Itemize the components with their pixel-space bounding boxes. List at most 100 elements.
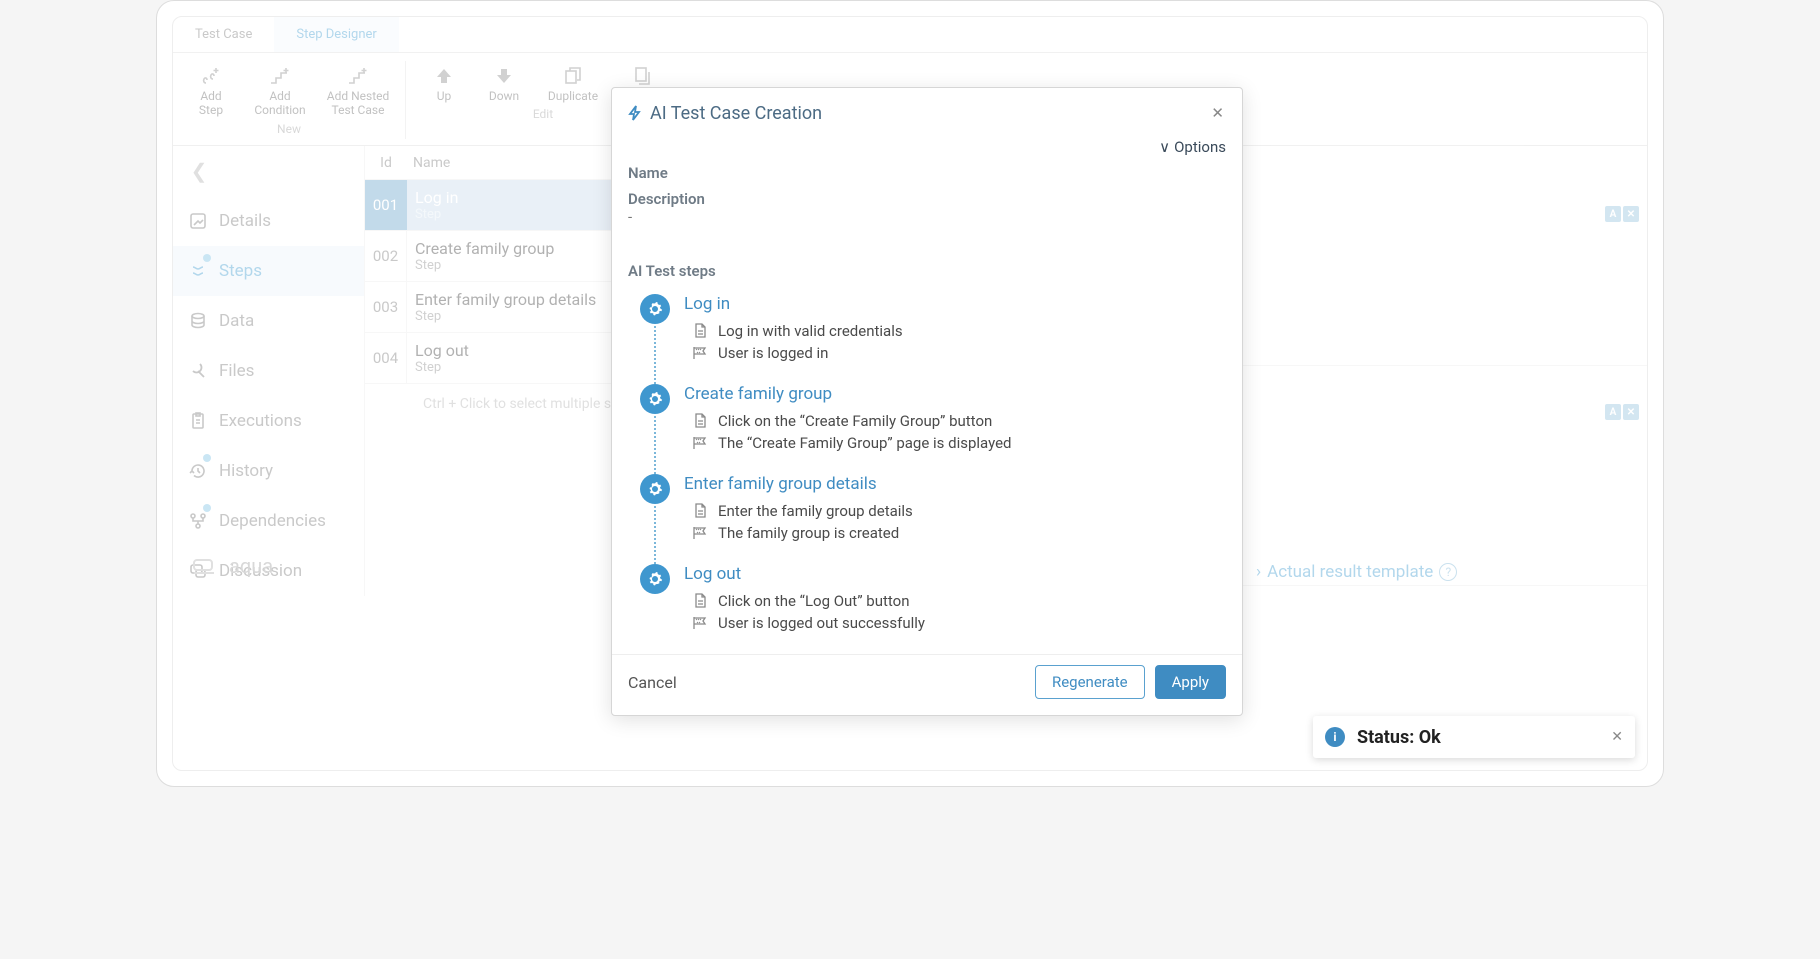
sidebar-item-data[interactable]: Data [173, 296, 364, 346]
duplicate-icon [559, 63, 587, 89]
executions-icon [187, 410, 209, 432]
badge-pair: A ✕ [1605, 206, 1639, 222]
sidebar: ❮ Details Steps Data Files Executions History… [173, 146, 365, 596]
cancel-button[interactable]: Cancel [628, 673, 677, 692]
modal-footer: Cancel Regenerate Apply [612, 654, 1242, 703]
badge-a: A [1605, 404, 1621, 420]
add-step-button[interactable]: Add Step [181, 57, 241, 120]
toolbar-label: Add Step [199, 89, 223, 118]
ai-test-case-creation-modal: AI Test Case Creation ✕ ∨ Options Name D… [611, 87, 1243, 716]
ai-step: Create family group Click on the “Create … [640, 384, 1226, 474]
stairs-plus-icon [266, 63, 294, 89]
sidebar-item-steps[interactable]: Steps [173, 246, 364, 296]
files-icon [187, 360, 209, 382]
ai-step-title: Log in [684, 294, 1226, 314]
footsteps-icon [197, 63, 225, 89]
badge-x: ✕ [1623, 206, 1639, 222]
modal-description-label: Description [628, 190, 1226, 208]
apply-button[interactable]: Apply [1155, 665, 1226, 699]
status-toast: i Status: Ok ✕ [1313, 716, 1635, 758]
sidebar-item-label: Executions [219, 411, 302, 431]
ai-step-title: Log out [684, 564, 1226, 584]
ai-step-title: Enter family group details [684, 474, 1226, 494]
history-icon [187, 460, 209, 482]
modal-options-toggle[interactable]: ∨ Options [612, 134, 1242, 160]
document-icon [692, 413, 708, 429]
brand-label: aqua [229, 554, 273, 578]
sidebar-item-executions[interactable]: Executions [173, 396, 364, 446]
move-up-button[interactable]: Up [414, 57, 474, 105]
sidebar-item-files[interactable]: Files [173, 346, 364, 396]
stairs-plus-icon [344, 63, 372, 89]
flag-icon [692, 615, 708, 631]
add-condition-button[interactable]: Add Condition [241, 57, 319, 120]
tab-step-designer[interactable]: Step Designer [274, 17, 398, 52]
badge-x: ✕ [1623, 404, 1639, 420]
right-details-pane: A ✕ A ✕ › Actual result template ? [1217, 146, 1647, 596]
regenerate-button[interactable]: Regenerate [1035, 665, 1145, 699]
ai-step-result: User is logged in [718, 344, 828, 362]
sidebar-item-label: Data [219, 311, 254, 331]
ai-step: Log outClick on the “Log Out” buttonUser… [640, 564, 1226, 640]
notification-dot [203, 454, 211, 462]
ai-step-result: The “Create Family Group” page is displa… [718, 434, 1012, 452]
status-text: Status: Ok [1357, 727, 1441, 748]
sidebar-item-history[interactable]: History [173, 446, 364, 496]
ai-step-result: The family group is created [718, 524, 899, 542]
modal-ai-steps-label: AI Test steps [628, 262, 1226, 280]
notification-dot [203, 254, 211, 262]
sidebar-item-dependencies[interactable]: Dependencies [173, 496, 364, 546]
group-label-edit: Edit [533, 105, 553, 127]
move-down-button[interactable]: Down [474, 57, 534, 105]
chevron-left-icon: ❮ [191, 159, 208, 183]
tab-test-case[interactable]: Test Case [173, 17, 274, 52]
ai-step-action: Enter the family group details [718, 502, 913, 520]
modal-title: AI Test Case Creation [650, 103, 822, 124]
col-header-id: Id [365, 155, 407, 171]
app-window: Test Case Step Designer Add Step [156, 0, 1664, 787]
ai-step-title: Create family group [684, 384, 1226, 404]
toolbar-group-new: Add Step Add Condition Add [181, 57, 397, 142]
ai-step-action: Log in with valid credentials [718, 322, 903, 340]
toolbar-label: Add Nested Test Case [327, 89, 390, 118]
actual-result-template-link[interactable]: › Actual result template ? [1256, 562, 1457, 582]
help-icon: ? [1439, 563, 1457, 581]
sidebar-item-label: Steps [219, 261, 262, 281]
ai-step-result: User is logged out successfully [718, 614, 925, 632]
close-icon: ✕ [1211, 104, 1224, 122]
dependencies-icon [187, 510, 209, 532]
modal-header: AI Test Case Creation ✕ [612, 88, 1242, 134]
sidebar-item-label: Files [219, 361, 254, 381]
copy-icon [628, 63, 656, 89]
gear-icon [640, 294, 670, 324]
app-inner: Test Case Step Designer Add Step [172, 16, 1648, 771]
flag-icon [692, 345, 708, 361]
sidebar-back-button[interactable]: ❮ [179, 154, 219, 188]
sidebar-item-details[interactable]: Details [173, 196, 364, 246]
toolbar-separator [405, 61, 406, 139]
aqua-logo-icon [191, 555, 217, 577]
arrow-down-icon [490, 63, 518, 89]
brand-aqua: aqua [191, 554, 273, 578]
ai-step: Log in Log in with valid credentials User … [640, 294, 1226, 384]
row-id: 001 [365, 180, 407, 230]
arrow-up-icon [430, 63, 458, 89]
status-close-button[interactable]: ✕ [1611, 729, 1623, 745]
modal-close-button[interactable]: ✕ [1207, 100, 1228, 126]
toolbar-label: Add Condition [254, 89, 305, 118]
details-icon [187, 210, 209, 232]
sidebar-item-label: History [219, 461, 273, 481]
badge-pair: A ✕ [1605, 404, 1639, 420]
duplicate-button[interactable]: Duplicate [534, 57, 612, 105]
add-nested-test-case-button[interactable]: Add Nested Test Case [319, 57, 397, 120]
modal-description-value: - [628, 208, 1226, 230]
sidebar-item-label: Details [219, 211, 271, 231]
gear-icon [640, 384, 670, 414]
chevron-right-icon: › [1256, 562, 1261, 582]
badge-a: A [1605, 206, 1621, 222]
gear-icon [640, 474, 670, 504]
document-icon [692, 593, 708, 609]
ai-step-action: Click on the “Create Family Group” butto… [718, 412, 992, 430]
row-id: 004 [365, 333, 407, 383]
gear-icon [640, 564, 670, 594]
